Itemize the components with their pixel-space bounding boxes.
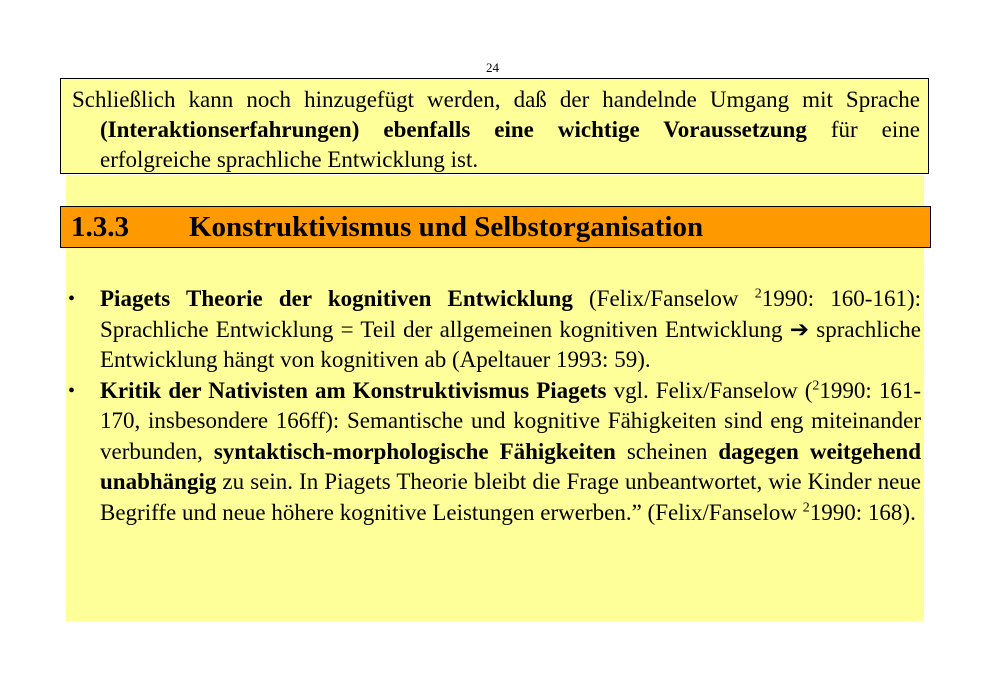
bullet-text: (Felix/Fanselow: [572, 286, 755, 311]
page-number: 24: [486, 60, 499, 75]
summary-text: Schließlich kann noch hinzugefügt werden…: [72, 85, 920, 175]
summary-bold: (Interaktionserfahrungen) ebenfalls eine…: [100, 117, 807, 142]
bullet-heading: Piagets Theorie der kognitiven Entwicklu…: [100, 286, 573, 311]
summary-text-start: Schließlich kann noch hinzugefügt werden…: [72, 87, 920, 112]
bullet-text: 1990: 168).: [809, 499, 916, 525]
bullet-text: vgl. Felix/Fanselow (: [606, 377, 813, 403]
bullet-icon: •: [68, 288, 76, 310]
section-number: 1.3.3: [71, 211, 129, 243]
section-heading: 1.3.3 Konstruktivismus und Selbstorganis…: [60, 206, 931, 248]
superscript: 2: [754, 286, 762, 302]
arrow-right-icon: ➔: [789, 316, 810, 342]
superscript: 2: [802, 499, 810, 515]
bullet-icon: •: [68, 379, 76, 402]
bullet-list: • Piagets Theorie der kognitiven Entwick…: [66, 284, 921, 528]
bullet-text: scheinen: [615, 438, 719, 464]
section-title: Konstruktivismus und Selbstorganisation: [189, 211, 704, 243]
bullet-text: zu sein. In Piagets Theorie bleibt die F…: [100, 469, 921, 525]
bullet-heading: Kritik der Nativisten am Konstruktivismu…: [100, 377, 607, 403]
list-item: • Piagets Theorie der kognitiven Entwick…: [66, 284, 921, 376]
list-item: • Kritik der Nativisten am Konstruktivis…: [66, 376, 921, 529]
bullet-bold-phrase: syntaktisch-morphologische Fähigkeiten: [213, 438, 616, 464]
